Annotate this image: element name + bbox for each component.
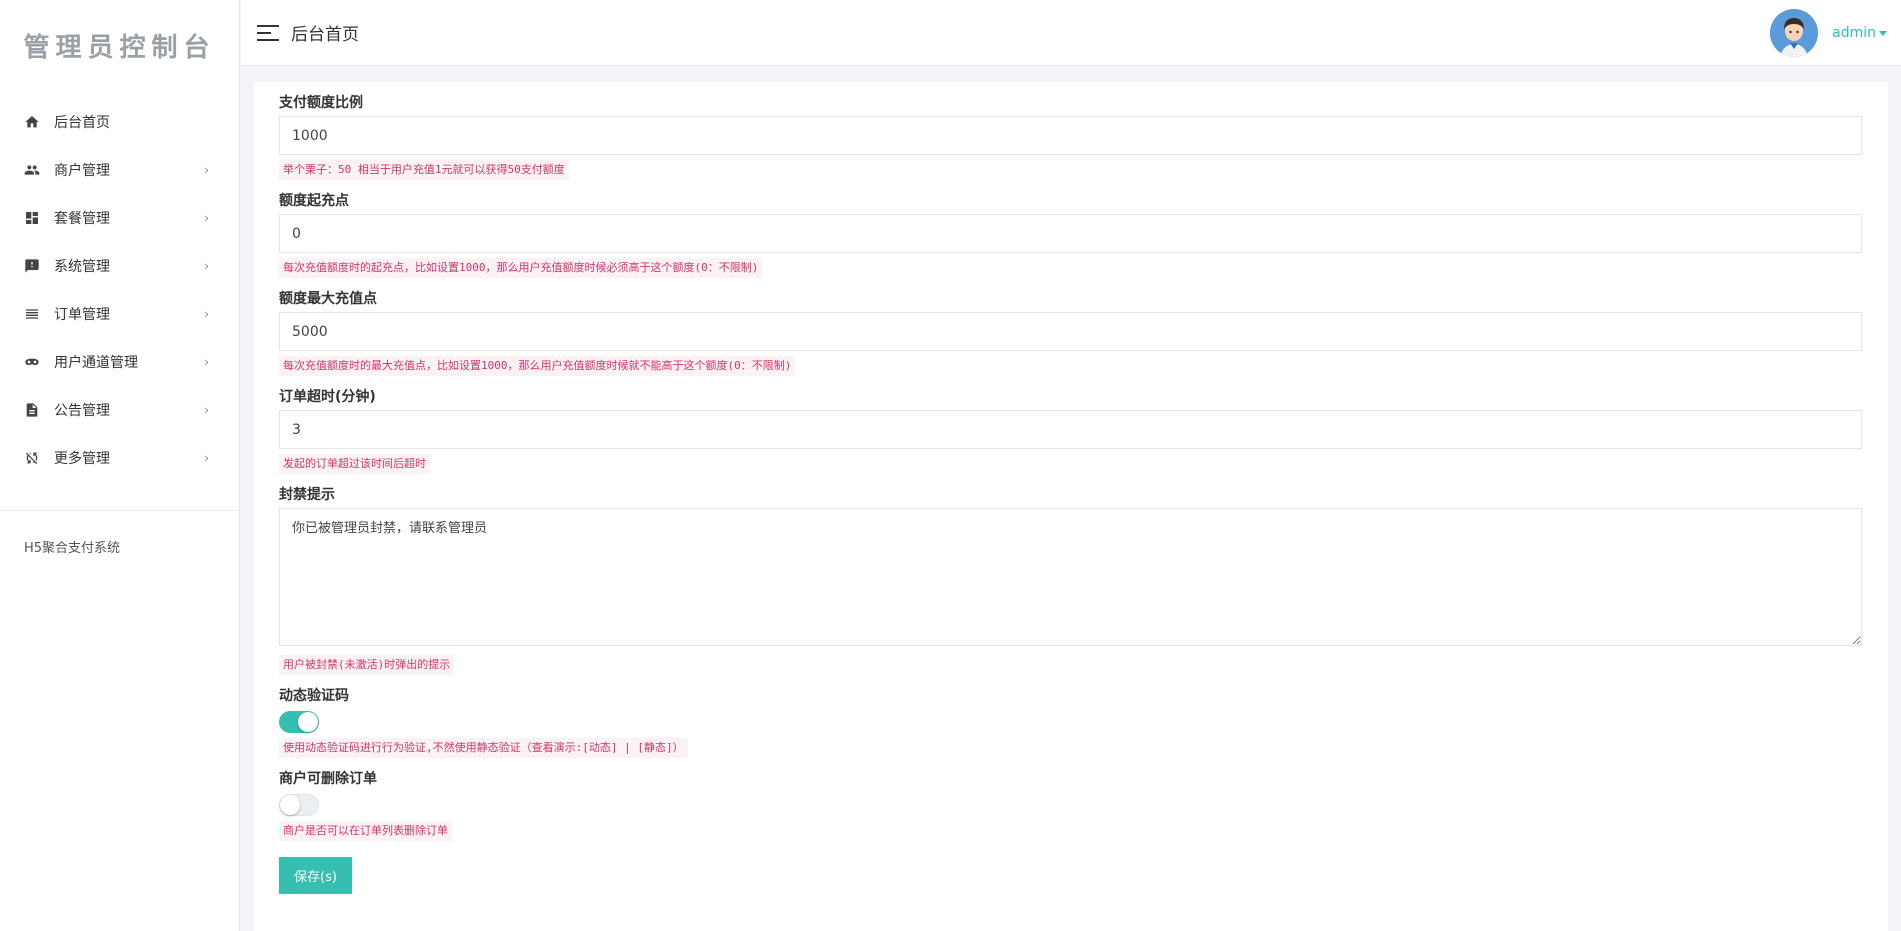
chevron-right-icon: ›: [204, 259, 209, 273]
field-max-recharge: 额度最大充值点 每次充值额度时的最大充值点，比如设置1000，那么用户充值额度时…: [279, 288, 1862, 376]
document-icon: [24, 402, 40, 418]
sidebar-item-orders[interactable]: 订单管理 ›: [0, 290, 239, 338]
sidebar-item-announcements[interactable]: 公告管理 ›: [0, 386, 239, 434]
field-pay-ratio: 支付额度比例 举个栗子：50 相当于用户充值1元就可以获得50支付额度: [279, 92, 1862, 180]
field-label: 额度最大充值点: [279, 291, 377, 307]
caret-down-icon[interactable]: [1879, 30, 1887, 36]
chevron-right-icon: ›: [204, 355, 209, 369]
chevron-right-icon: ›: [204, 451, 209, 465]
field-hint: 举个栗子：50 相当于用户充值1元就可以获得50支付额度: [279, 160, 569, 180]
chevron-right-icon: ›: [204, 211, 209, 225]
top-header: 后台首页 admin: [241, 0, 1901, 66]
sidebar-item-packages[interactable]: 套餐管理 ›: [0, 194, 239, 242]
order-timeout-input[interactable]: [279, 410, 1862, 449]
field-label: 订单超时(分钟): [279, 389, 376, 405]
sidebar-item-label: 套餐管理: [54, 211, 110, 227]
sidebar-item-label: 系统管理: [54, 259, 110, 275]
field-ban-notice: 封禁提示 你已被管理员封禁，请联系管理员 用户被封禁(未激活)时弹出的提示: [279, 484, 1862, 675]
username[interactable]: admin: [1832, 25, 1876, 41]
mask-icon: [24, 354, 40, 370]
ban-notice-textarea[interactable]: 你已被管理员封禁，请联系管理员: [279, 508, 1862, 646]
sync-disabled-icon: [24, 450, 40, 466]
min-recharge-input[interactable]: [279, 214, 1862, 253]
sidebar-item-label: 后台首页: [54, 115, 110, 131]
sidebar-item-label: 商户管理: [54, 163, 110, 179]
field-label: 封禁提示: [279, 487, 335, 503]
sidebar-footer: H5聚合支付系统: [24, 541, 121, 556]
user-menu[interactable]: admin: [1770, 9, 1887, 57]
sidebar-item-user-channels[interactable]: 用户通道管理 ›: [0, 338, 239, 386]
field-order-timeout: 订单超时(分钟) 发起的订单超过该时间后超时: [279, 386, 1862, 474]
sidebar-item-more[interactable]: 更多管理 ›: [0, 434, 239, 482]
sidebar-item-label: 用户通道管理: [54, 355, 138, 371]
feedback-icon: [24, 258, 40, 274]
field-hint: 使用动态验证码进行行为验证,不然使用静态验证（查看演示:[动态] | [静态]）: [279, 738, 688, 758]
app-logo[interactable]: 管理员控制台: [0, 0, 239, 90]
sidebar-item-label: 订单管理: [54, 307, 110, 323]
merchant-delete-toggle[interactable]: [279, 794, 319, 816]
chevron-right-icon: ›: [204, 307, 209, 321]
pay-ratio-input[interactable]: [279, 116, 1862, 155]
sidebar-nav: 后台首页 商户管理 › 套餐管理 › 系统管理 › 订单管理 › 用户通道管理 …: [0, 98, 239, 482]
field-hint: 商户是否可以在订单列表删除订单: [279, 821, 452, 841]
menu-toggle-icon[interactable]: [257, 24, 279, 41]
sidebar-item-system[interactable]: 系统管理 ›: [0, 242, 239, 290]
sidebar: 管理员控制台 后台首页 商户管理 › 套餐管理 › 系统管理 › 订单管理 ›: [0, 0, 240, 931]
field-label: 额度起充点: [279, 193, 349, 209]
dashboard-icon: [24, 210, 40, 226]
field-hint: 每次充值额度时的最大充值点，比如设置1000，那么用户充值额度时候就不能高于这个…: [279, 356, 796, 376]
home-icon: [24, 114, 40, 130]
settings-card: 支付额度比例 举个栗子：50 相当于用户充值1元就可以获得50支付额度 额度起充…: [254, 82, 1888, 931]
sidebar-item-merchants[interactable]: 商户管理 ›: [0, 146, 239, 194]
page-title: 后台首页: [291, 25, 359, 45]
field-dynamic-captcha: 动态验证码 使用动态验证码进行行为验证,不然使用静态验证（查看演示:[动态] |…: [279, 685, 1862, 758]
settings-form: 支付额度比例 举个栗子：50 相当于用户充值1元就可以获得50支付额度 额度起充…: [254, 82, 1888, 894]
chevron-right-icon: ›: [204, 403, 209, 417]
max-recharge-input[interactable]: [279, 312, 1862, 351]
field-hint: 发起的订单超过该时间后超时: [279, 454, 430, 474]
sidebar-item-home[interactable]: 后台首页: [0, 98, 239, 146]
save-button[interactable]: 保存(s): [279, 857, 352, 894]
field-label: 支付额度比例: [279, 95, 363, 111]
list-icon: [24, 306, 40, 322]
field-hint: 每次充值额度时的起充点，比如设置1000，那么用户充值额度时候必须高于这个额度(…: [279, 258, 763, 278]
field-label: 动态验证码: [279, 688, 349, 704]
sidebar-item-label: 更多管理: [54, 451, 110, 467]
field-hint: 用户被封禁(未激活)时弹出的提示: [279, 655, 455, 675]
field-label: 商户可删除订单: [279, 771, 377, 787]
chevron-right-icon: ›: [204, 163, 209, 177]
avatar[interactable]: [1770, 9, 1819, 57]
field-merchant-delete: 商户可删除订单 商户是否可以在订单列表删除订单: [279, 768, 1862, 841]
field-min-recharge: 额度起充点 每次充值额度时的起充点，比如设置1000，那么用户充值额度时候必须高…: [279, 190, 1862, 278]
dynamic-captcha-toggle[interactable]: [279, 711, 319, 733]
people-icon: [24, 162, 40, 178]
sidebar-item-label: 公告管理: [54, 403, 110, 419]
